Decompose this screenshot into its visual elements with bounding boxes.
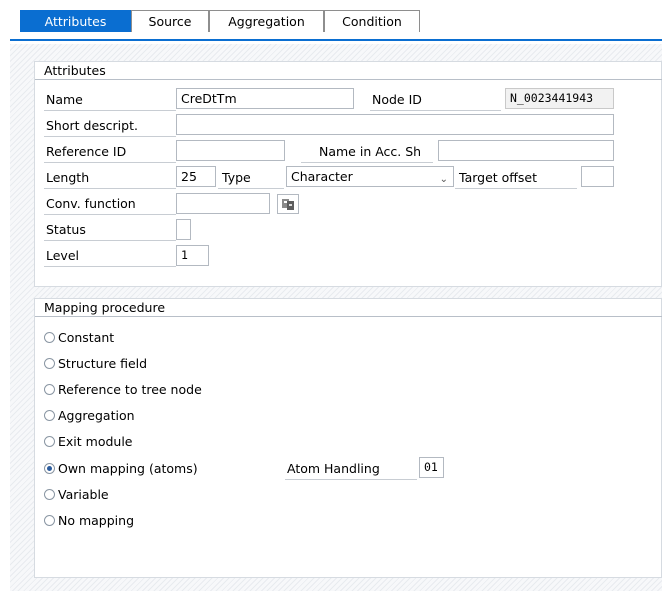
- short-descript-field[interactable]: [176, 114, 614, 135]
- radio-label: Own mapping (atoms): [58, 461, 198, 476]
- radio-no-mapping[interactable]: No mapping: [44, 511, 134, 531]
- type-dropdown[interactable]: Character ⌄: [286, 166, 454, 187]
- conv-function-value-help-button[interactable]: [277, 194, 299, 214]
- conv-function-field[interactable]: [176, 193, 270, 214]
- node-id-label: Node ID: [370, 89, 501, 111]
- radio-own-mapping-atoms[interactable]: Own mapping (atoms): [44, 459, 198, 479]
- radio-label: Reference to tree node: [58, 382, 202, 397]
- target-offset-field[interactable]: [581, 166, 614, 187]
- radio-button-icon: [44, 436, 55, 447]
- radio-button-icon: [44, 515, 55, 526]
- radio-aggregation[interactable]: Aggregation: [44, 406, 135, 426]
- reference-id-field[interactable]: [176, 140, 285, 161]
- radio-button-icon: [44, 384, 55, 395]
- radio-button-selected-icon: [44, 463, 55, 474]
- atom-handling-field[interactable]: 01: [419, 457, 444, 478]
- radio-label: Aggregation: [58, 408, 135, 423]
- radio-variable[interactable]: Variable: [44, 485, 109, 505]
- status-label: Status: [44, 219, 176, 241]
- node-id-field: N_0023441943: [505, 88, 614, 109]
- conv-function-label: Conv. function: [44, 193, 176, 215]
- radio-label: Variable: [58, 487, 109, 502]
- attributes-group-title: Attributes: [35, 62, 662, 80]
- name-field[interactable]: CreDtTm: [176, 88, 354, 109]
- radio-label: Exit module: [58, 434, 133, 449]
- radio-label: Constant: [58, 330, 115, 345]
- chevron-down-icon: ⌄: [439, 174, 448, 185]
- status-field[interactable]: [176, 219, 191, 240]
- length-label: Length: [44, 167, 176, 189]
- radio-button-icon: [44, 410, 55, 421]
- value-help-icon: [282, 199, 294, 210]
- radio-label: Structure field: [58, 356, 148, 371]
- tab-underline: [10, 39, 662, 41]
- reference-id-label: Reference ID: [44, 141, 176, 163]
- radio-structure-field[interactable]: Structure field: [44, 354, 147, 374]
- type-dropdown-value: Character: [291, 169, 353, 184]
- radio-reference-to-tree-node[interactable]: Reference to tree node: [44, 380, 202, 400]
- radio-button-icon: [44, 332, 55, 343]
- name-in-acc-label: Name in Acc. Sh: [301, 141, 433, 163]
- level-label: Level: [44, 245, 176, 267]
- length-field[interactable]: 25: [176, 166, 216, 187]
- name-label: Name: [44, 89, 176, 111]
- short-descript-label: Short descript.: [44, 115, 176, 137]
- radio-button-icon: [44, 489, 55, 500]
- atom-handling-label: Atom Handling: [285, 458, 417, 480]
- radio-button-icon: [44, 358, 55, 369]
- tab-attributes[interactable]: Attributes: [20, 10, 131, 32]
- level-field[interactable]: 1: [176, 245, 209, 266]
- radio-constant[interactable]: Constant: [44, 328, 114, 348]
- target-offset-label: Target offset: [455, 167, 577, 189]
- radio-label: No mapping: [58, 513, 135, 528]
- radio-exit-module[interactable]: Exit module: [44, 432, 133, 452]
- type-label: Type: [218, 167, 284, 189]
- tab-aggregation[interactable]: Aggregation: [209, 10, 324, 32]
- tab-condition[interactable]: Condition: [324, 10, 420, 32]
- name-in-acc-field[interactable]: [438, 140, 614, 161]
- mapping-procedure-group-title: Mapping procedure: [35, 299, 662, 317]
- tab-source[interactable]: Source: [131, 10, 209, 32]
